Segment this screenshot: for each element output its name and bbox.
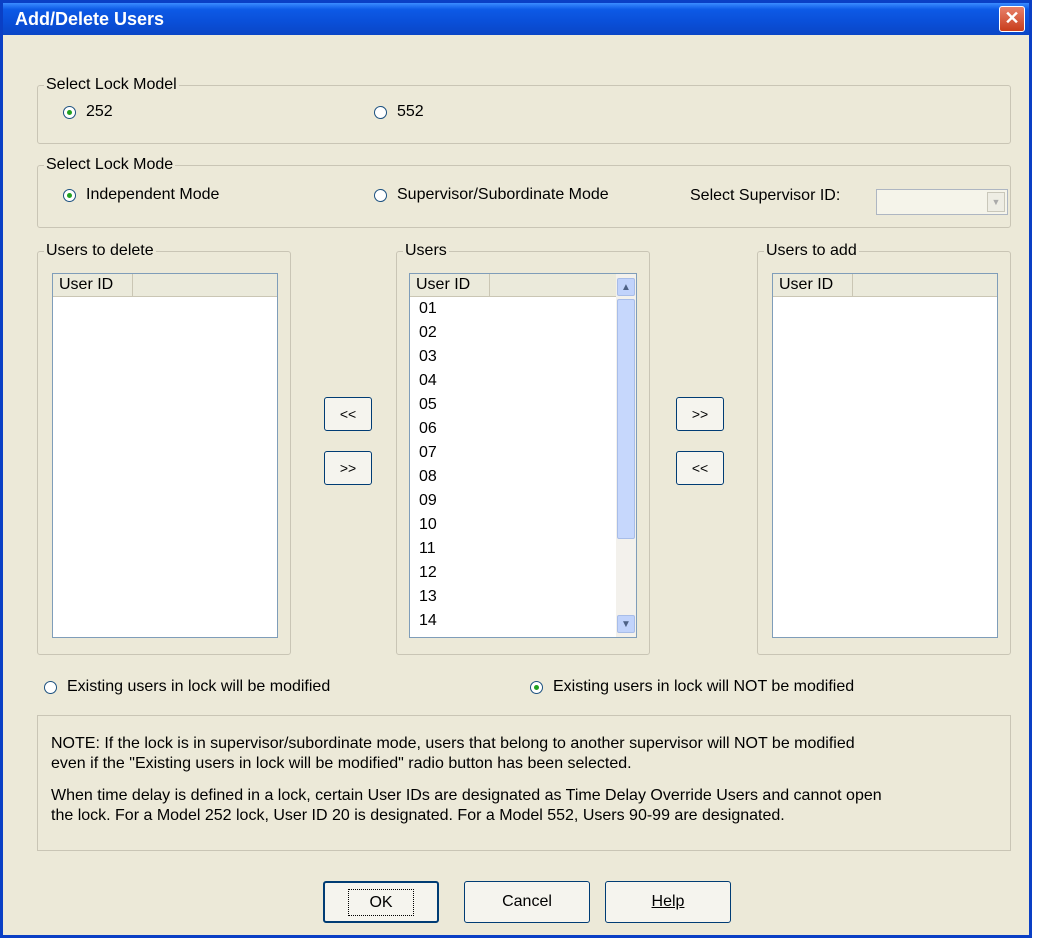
column-header-user-id: User ID — [410, 274, 490, 296]
radio-circle-checked — [63, 105, 76, 119]
list-item[interactable]: 10 — [419, 513, 636, 537]
move-to-add-button[interactable]: >> — [676, 397, 724, 431]
radio-not-modify-existing[interactable]: Existing users in lock will NOT be modif… — [530, 678, 854, 696]
list-item[interactable]: 05 — [419, 393, 636, 417]
radio-label-modify: Existing users in lock will be modified — [67, 678, 331, 695]
radio-circle-checked — [530, 680, 543, 694]
radio-supervisor-mode[interactable]: Supervisor/Subordinate Mode — [374, 186, 609, 204]
note-line-1: NOTE: If the lock is in supervisor/subor… — [51, 735, 855, 752]
users-to-delete-legend: Users to delete — [46, 242, 154, 259]
list-item[interactable]: 01 — [419, 297, 636, 321]
chevron-down-icon[interactable]: ▼ — [987, 192, 1005, 212]
window-title: Add/Delete Users — [15, 9, 165, 29]
lock-model-group: Select Lock Model — [37, 76, 1011, 144]
supervisor-id-label: Select Supervisor ID: — [690, 187, 841, 204]
note-line-3: When time delay is defined in a lock, ce… — [51, 787, 882, 804]
radio-independent-mode[interactable]: Independent Mode — [63, 186, 219, 204]
users-to-add-legend: Users to add — [766, 242, 857, 259]
lock-model-legend: Select Lock Model — [46, 76, 177, 93]
column-header[interactable]: User ID — [773, 274, 997, 297]
close-icon: ✕ — [1004, 8, 1020, 28]
help-button-label: Help — [651, 893, 685, 910]
radio-label-552: 552 — [397, 103, 424, 120]
list-item[interactable]: 13 — [419, 585, 636, 609]
radio-model-252[interactable]: 252 — [63, 103, 113, 121]
column-header-user-id: User ID — [773, 274, 853, 296]
list-item[interactable]: 06 — [419, 417, 636, 441]
move-to-delete-button[interactable]: << — [324, 397, 372, 431]
users-scrollbar[interactable]: ▲ ▼ — [616, 274, 636, 637]
radio-label-supervisor: Supervisor/Subordinate Mode — [397, 186, 609, 203]
scrollbar-thumb[interactable] — [617, 299, 635, 539]
list-item[interactable]: 04 — [419, 369, 636, 393]
title-bar[interactable]: Add/Delete Users ✕ — [3, 3, 1029, 35]
radio-modify-existing[interactable]: Existing users in lock will be modified — [44, 678, 330, 696]
cancel-button-label: Cancel — [502, 893, 552, 910]
radio-model-552[interactable]: 552 — [374, 103, 424, 121]
list-item[interactable]: 14 — [419, 609, 636, 633]
close-button[interactable]: ✕ — [999, 6, 1025, 32]
lock-mode-legend: Select Lock Mode — [46, 156, 174, 173]
radio-circle — [374, 105, 387, 119]
list-item[interactable]: 02 — [419, 321, 636, 345]
users-list[interactable]: User ID 01 02 03 04 05 06 07 08 09 10 11 12 13 14 ▲ ▼ — [409, 273, 637, 638]
radio-circle — [44, 680, 57, 694]
move-from-delete-button[interactable]: >> — [324, 451, 372, 485]
note-line-4: the lock. For a Model 252 lock, User ID … — [51, 807, 785, 824]
list-item[interactable]: 11 — [419, 537, 636, 561]
radio-circle-checked — [63, 188, 76, 202]
users-to-add-list[interactable]: User ID — [772, 273, 998, 638]
users-rows: 01 02 03 04 05 06 07 08 09 10 11 12 13 14 — [410, 297, 636, 633]
column-header[interactable]: User ID — [53, 274, 277, 297]
scroll-up-arrow-icon[interactable]: ▲ — [617, 278, 635, 296]
radio-label-independent: Independent Mode — [86, 186, 220, 203]
list-item[interactable]: 08 — [419, 465, 636, 489]
radio-label-252: 252 — [86, 103, 113, 120]
help-button[interactable]: Help — [605, 881, 731, 923]
radio-circle — [374, 188, 387, 202]
note-box: NOTE: If the lock is in supervisor/subor… — [37, 715, 1011, 851]
users-to-delete-list[interactable]: User ID — [52, 273, 278, 638]
radio-label-not-modify: Existing users in lock will NOT be modif… — [553, 678, 855, 695]
list-item[interactable]: 12 — [419, 561, 636, 585]
scroll-down-arrow-icon[interactable]: ▼ — [617, 615, 635, 633]
move-from-add-button[interactable]: << — [676, 451, 724, 485]
column-header-user-id: User ID — [53, 274, 133, 296]
list-item[interactable]: 03 — [419, 345, 636, 369]
list-item[interactable]: 09 — [419, 489, 636, 513]
note-line-2: even if the "Existing users in lock will… — [51, 755, 632, 772]
users-legend: Users — [405, 242, 447, 259]
cancel-button[interactable]: Cancel — [464, 881, 590, 923]
ok-button-label: OK — [348, 889, 414, 916]
column-header[interactable]: User ID — [410, 274, 636, 297]
supervisor-id-select[interactable]: ▼ — [876, 189, 1008, 215]
ok-button[interactable]: OK — [323, 881, 439, 923]
list-item[interactable]: 07 — [419, 441, 636, 465]
